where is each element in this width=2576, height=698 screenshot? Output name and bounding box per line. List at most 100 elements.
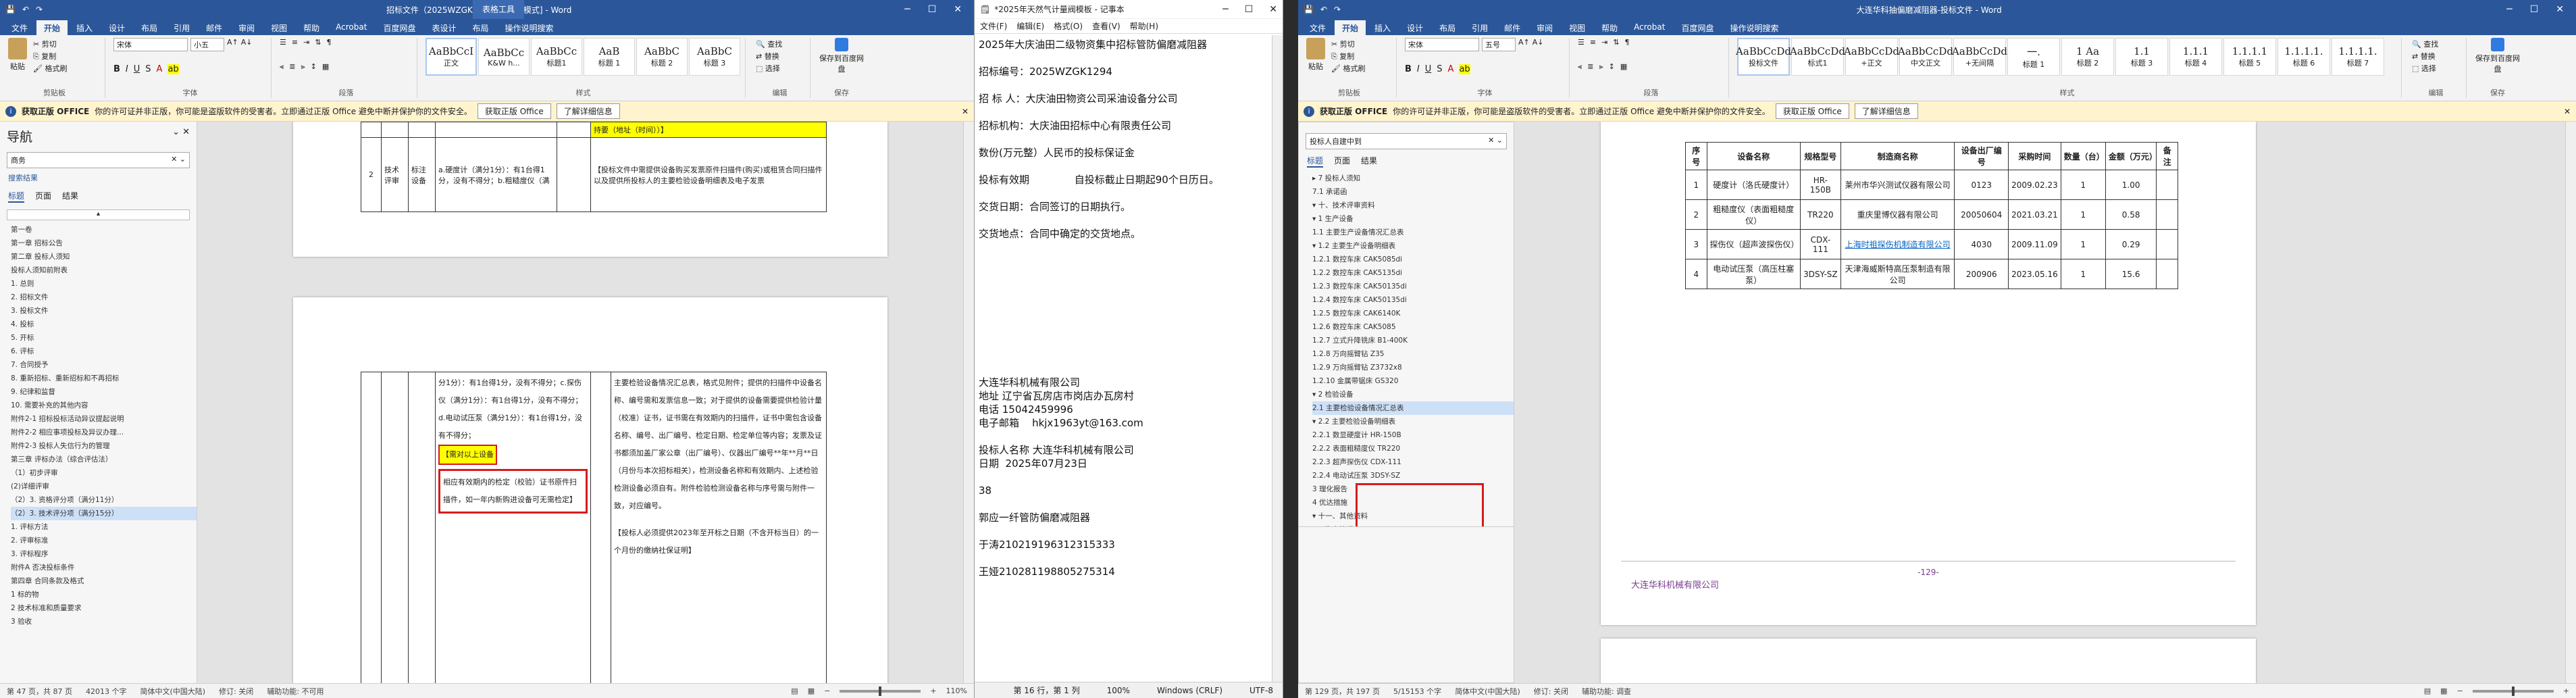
ribbon-tab[interactable]: 邮件 [199,20,230,35]
copy-button[interactable]: ⎘ 复制 [1329,50,1367,62]
ribbon-tab[interactable]: 设计 [1399,20,1431,35]
ribbon-tab[interactable]: 引用 [1464,20,1495,35]
ribbon-tab[interactable]: 百度网盘 [1674,20,1721,35]
minimize-icon[interactable]: ─ [904,4,910,15]
print-layout-icon[interactable]: ▦ [808,687,815,695]
maximize-icon[interactable]: ☐ [2530,4,2539,15]
get-genuine-button[interactable]: 获取正版 Office [477,103,551,119]
grow-font-icon[interactable]: A↑ [227,38,238,51]
ribbon-tab[interactable]: 设计 [101,20,132,35]
nav-tree-item[interactable]: 附件2-2 相应事项投标及异议办理... [11,426,197,439]
nav-tree-item[interactable]: 附件2-3 投标人失信行为的管理 [11,439,197,453]
style-item[interactable]: 1 Aa 标题 2 [2061,38,2114,76]
ribbon-tab[interactable]: 审阅 [1529,20,1560,35]
align-center-icon[interactable]: ≣ [1587,62,1593,72]
close-icon[interactable]: ✕ [2556,4,2564,15]
ribbon-tab[interactable]: 布局 [465,20,496,35]
bold-icon[interactable]: B [1405,64,1412,74]
nav-tree-item[interactable]: 9. 纪律和监督 [11,385,197,399]
zoom-out-icon[interactable]: − [824,687,830,695]
nav-tree-item[interactable]: 1.2.5 数控车床 CAK6140K [1312,307,1514,320]
ribbon-tab[interactable]: 插入 [69,20,100,35]
style-item[interactable]: 1.1.1.1. 标题 6 [2277,38,2330,76]
strikethrough-icon[interactable]: S [145,64,151,74]
select-button[interactable]: ⬚ 选择 [754,62,806,74]
nav-tree-item[interactable]: 5. 开标 [11,331,197,345]
highlight-icon[interactable]: ab [1459,64,1470,74]
menu-item[interactable]: 编辑(E) [1016,20,1044,32]
nav-tree-item[interactable]: 3. 投标文件 [11,304,197,318]
nav-tree-item[interactable]: 1. 总则 [11,277,197,291]
style-item[interactable]: 1.1 标题 3 [2115,38,2168,76]
nav-tree-item[interactable]: 2.2.1 数显硬度计 HR-150B [1312,428,1514,442]
undo-icon[interactable]: ↶ [1320,5,1327,14]
ribbon-tab[interactable]: 视图 [1562,20,1593,35]
zoom-level[interactable]: 110% [946,687,967,695]
menu-item[interactable]: 查看(V) [1092,20,1120,32]
nav-tree-item[interactable]: 10. 需要补充的其他内容 [11,399,197,412]
sort-icon[interactable]: ⇅ [1613,38,1619,47]
zoom-slider[interactable] [2472,686,2554,696]
nav-tree-item[interactable]: 3 验收 [11,615,197,628]
nav-tree-item[interactable]: 1.2.1 数控车床 CAK5085di [1312,253,1514,266]
align-right-icon[interactable]: ⫸ [1599,62,1603,72]
style-item[interactable]: AaBbC 标题 2 [636,38,688,76]
ribbon-tab[interactable]: 引用 [166,20,197,35]
zoom-slider[interactable] [840,686,921,696]
style-item[interactable]: AaB 标题 1 [584,38,635,76]
nav-tree-item[interactable]: 1.2.7 立式升降铣床 B1-400K [1312,334,1514,347]
close-icon[interactable]: ✕ ⌄ [171,155,186,166]
zoom-in-icon[interactable]: + [2563,687,2569,695]
bullets-icon[interactable]: ☰ [1578,38,1585,47]
ribbon-tab[interactable]: 文件 [1302,20,1333,35]
text-editor[interactable]: 2025年大庆油田二级物资集中招标管防偏磨减阻器 招标编号：2025WZGK129… [975,35,1272,682]
replace-button[interactable]: ⇄ 替换 [754,50,806,62]
ribbon-tab[interactable]: 邮件 [1497,20,1528,35]
format-painter-button[interactable]: 🖌 格式刷 [1329,62,1367,74]
style-item[interactable]: AaBbCcDd 投标文件 [1736,38,1791,76]
font-size-box[interactable]: 小五 [190,38,224,51]
cut-button[interactable]: ✂ 剪切 [31,38,69,50]
nav-tree-item[interactable]: 1.2.2 数控车床 CAK5135di [1312,266,1514,280]
paste-button[interactable]: 粘贴 [8,38,27,74]
save-icon[interactable]: 💾 [5,5,16,14]
ribbon-tab[interactable]: 表设计 [424,20,463,35]
ribbon-tab[interactable]: Acrobat [328,20,374,35]
ribbon-tab[interactable]: Acrobat [1626,20,1672,35]
align-right-icon[interactable]: ⫸ [301,62,305,72]
bullets-icon[interactable]: ☰ [280,38,286,47]
nav-tree-item[interactable]: 1.1 主要生产设备情况汇总表 [1312,226,1514,239]
paste-button[interactable]: 粘贴 [1306,38,1325,74]
nav-tree-item[interactable]: 第三章 评标办法（综合评估法） [11,453,197,466]
nav-tree-item[interactable]: 1.2.4 数控车床 CAK50135di [1312,293,1514,307]
close-icon[interactable]: ✕ [954,4,962,15]
ribbon-tab[interactable]: 开始 [36,20,68,35]
close-icon[interactable]: ⌄ ✕ [172,127,190,145]
sort-icon[interactable]: ⇅ [315,38,321,47]
vertical-scrollbar[interactable] [2565,122,2576,683]
line-spacing-icon[interactable]: ↕ [311,62,317,72]
style-item[interactable]: AaBbCc K&W h... [478,38,530,76]
close-icon[interactable]: ✕ ⌄ [1488,136,1503,147]
undo-icon[interactable]: ↶ [22,5,29,14]
ribbon-tab[interactable]: 帮助 [1594,20,1625,35]
nav-tree-item[interactable]: 2. 评审标准 [11,534,197,547]
learn-more-button[interactable]: 了解详细信息 [1854,103,1918,119]
ribbon-tab[interactable]: 操作说明搜索 [498,20,561,35]
highlight-icon[interactable]: ab [168,64,179,74]
line-spacing-icon[interactable]: ↕ [1609,62,1615,72]
font-name-box[interactable]: 宋体 [113,38,188,51]
nav-tree-item[interactable]: ▾ 1.2 主要生产设备明细表 [1312,239,1514,253]
show-marks-icon[interactable]: ¶ [1625,38,1630,47]
style-item[interactable]: AaBbCcDd +正文 [1844,38,1899,76]
nav-tree-item[interactable]: 6. 评标 [11,345,197,358]
ribbon-tab[interactable]: 视图 [263,20,294,35]
ribbon-tab[interactable]: 百度网盘 [376,20,423,35]
nav-tab[interactable]: 结果 [1361,155,1377,168]
zoom-in-icon[interactable]: + [930,687,936,695]
nav-tree-item[interactable]: 第一卷 [11,223,197,236]
style-item[interactable]: AaBbCcDd 标式1 [1790,38,1845,76]
vertical-scrollbar[interactable] [963,122,974,683]
redo-icon[interactable]: ↷ [36,5,43,14]
numbering-icon[interactable]: ≡ [292,38,298,47]
